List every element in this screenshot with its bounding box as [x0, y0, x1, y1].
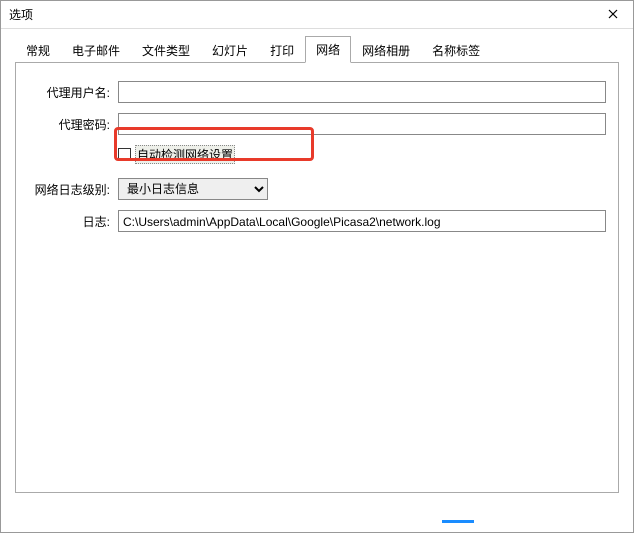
- tab-network[interactable]: 网络: [305, 36, 351, 63]
- tab-webalbum[interactable]: 网络相册: [351, 37, 421, 63]
- window-title: 选项: [9, 6, 33, 23]
- tab-general[interactable]: 常规: [15, 37, 61, 63]
- checkbox-autodetect[interactable]: [118, 148, 131, 161]
- tab-slideshow[interactable]: 幻灯片: [201, 37, 259, 63]
- label-logpath: 日志:: [28, 213, 118, 230]
- row-proxy-pass: 代理密码:: [28, 113, 606, 135]
- row-loglevel: 网络日志级别: 最小日志信息: [28, 178, 606, 200]
- tab-filetype[interactable]: 文件类型: [131, 37, 201, 63]
- field-logpath: C:\Users\admin\AppData\Local\Google\Pica…: [118, 210, 606, 232]
- input-proxy-pass[interactable]: [118, 113, 606, 135]
- label-loglevel: 网络日志级别:: [28, 181, 118, 198]
- row-logpath: 日志: C:\Users\admin\AppData\Local\Google\…: [28, 210, 606, 232]
- label-proxy-pass: 代理密码:: [28, 116, 118, 133]
- row-proxy-user: 代理用户名:: [28, 81, 606, 103]
- titlebar: 选项: [1, 1, 633, 29]
- accent-bar: [442, 520, 474, 523]
- input-proxy-user[interactable]: [118, 81, 606, 103]
- close-button[interactable]: [593, 1, 633, 29]
- tabstrip: 常规 电子邮件 文件类型 幻灯片 打印 网络 网络相册 名称标签: [15, 39, 619, 63]
- tab-email[interactable]: 电子邮件: [61, 37, 131, 63]
- tab-print[interactable]: 打印: [259, 37, 305, 63]
- content-area: 常规 电子邮件 文件类型 幻灯片 打印 网络 网络相册 名称标签 代理用户名: …: [1, 29, 633, 503]
- label-autodetect[interactable]: 自动检测网络设置: [137, 148, 233, 162]
- checkbox-label-wrap: 自动检测网络设置: [135, 145, 235, 164]
- close-icon: [608, 9, 618, 19]
- label-proxy-user: 代理用户名:: [28, 84, 118, 101]
- select-loglevel[interactable]: 最小日志信息: [118, 178, 268, 200]
- tab-nametags[interactable]: 名称标签: [421, 37, 491, 63]
- row-autodetect: 自动检测网络设置: [118, 145, 606, 164]
- tab-panel-network: 代理用户名: 代理密码: 自动检测网络设置 网络日志级别: 最小日志信息 日志:…: [15, 63, 619, 493]
